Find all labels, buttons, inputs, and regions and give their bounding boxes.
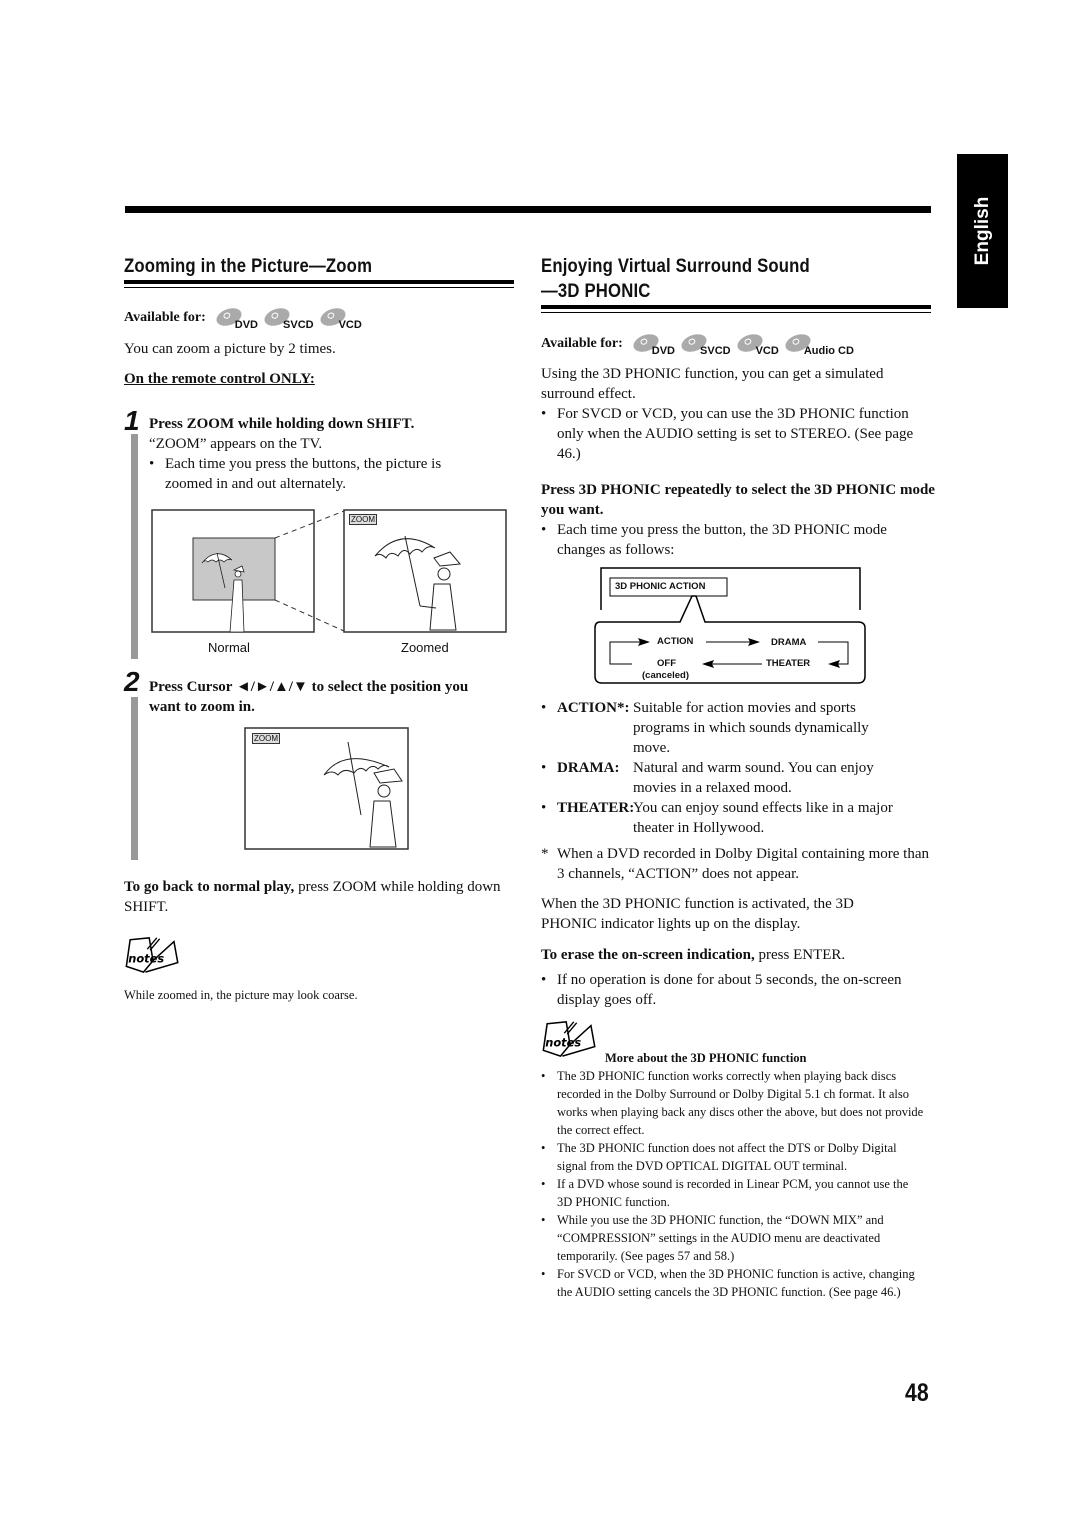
step-2-bar [131, 697, 138, 860]
mode-off-canceled: (canceled) [642, 670, 689, 681]
zoomed-position-illustration [244, 727, 409, 850]
vcd-disc-icon: VCD [317, 305, 362, 331]
step-2-number: 2 [124, 666, 140, 697]
zoom-intro: You can zoom a picture by 2 times. [124, 341, 336, 357]
step-1-number: 1 [124, 405, 140, 436]
step-1-bar [131, 434, 138, 659]
svcd-disc-icon: SVCD [679, 331, 731, 357]
zoom-osd-tag-2: ZOOM [252, 733, 280, 744]
dvd-disc-icon: DVD [630, 331, 675, 357]
step-1-text: “ZOOM” appears on the TV. [149, 436, 323, 452]
available-for-phonic: Available for: DVD SVCD VCD Audio CD [541, 331, 860, 357]
mode-drama: DRAMA [771, 637, 807, 648]
notes-list: • The 3D PHONIC function works correctly … [541, 1067, 926, 1301]
audio-cd-disc-icon: Audio CD [782, 331, 854, 357]
step-1-bullet: • Each time you press the buttons, the pi… [149, 456, 442, 492]
mode-theater-desc: • THEATER: You can enjoy sound effects lik… [541, 800, 893, 836]
notes-icon: notes [542, 1020, 596, 1057]
note-item: • If a DVD whose sound is recorded in Lin… [541, 1177, 909, 1209]
language-tab: English [957, 154, 1008, 308]
notes-heading: More about the 3D PHONIC function [605, 1051, 807, 1065]
phonic-bullet-svcd: • For SVCD or VCD, you can use the 3D PHO… [541, 406, 914, 462]
available-for: Available for: DVD SVCD VCD [124, 305, 368, 331]
mode-off: OFF [657, 658, 676, 669]
svg-text:notes: notes [128, 952, 164, 966]
dvd-disc-icon: DVD [213, 305, 258, 331]
caption-normal: Normal [208, 640, 250, 655]
note-item: • The 3D PHONIC function does not affect … [541, 1141, 897, 1173]
title-rule [124, 280, 514, 284]
osd-display: 3D PHONIC ACTION [615, 581, 706, 592]
mode-theater: THEATER [766, 658, 811, 669]
title-rule-thin [124, 287, 514, 288]
zoomed-frame [343, 509, 507, 633]
action-footnote: * When a DVD recorded in Dolby Digital co… [541, 846, 929, 882]
phonic-bullet-mode: • Each time you press the button, the 3D … [541, 522, 887, 558]
svg-text:notes: notes [545, 1036, 581, 1050]
note-item: • For SVCD or VCD, when the 3D PHONIC fun… [541, 1267, 915, 1299]
phonic-title-line1: Enjoying Virtual Surround Sound [541, 256, 810, 277]
back-to-normal: To go back to normal play, press ZOOM wh… [124, 879, 501, 915]
page-number: 48 [905, 1379, 929, 1407]
mode-action-desc: • ACTION*: Suitable for action movies and … [541, 700, 869, 756]
indicator-text: When the 3D PHONIC function is activated… [541, 896, 854, 932]
phonic-intro: Using the 3D PHONIC function, you can ge… [541, 366, 884, 402]
step-1-heading: Press ZOOM while holding down SHIFT. [149, 416, 415, 432]
note-item: • The 3D PHONIC function works correctly … [541, 1069, 924, 1137]
caption-zoomed: Zoomed [401, 640, 449, 655]
title-rule-thin [541, 312, 931, 313]
title-rule [541, 305, 931, 309]
mode-action: ACTION [657, 636, 694, 647]
phonic-instruction: Press 3D PHONIC repeatedly to select the… [541, 482, 935, 518]
step-2-heading: Press Cursor ◄/►/▲/▼ to select the posit… [149, 679, 469, 715]
vcd-disc-icon: VCD [734, 331, 779, 357]
zoom-illustration [151, 509, 507, 633]
phonic-title-line2: —3D PHONIC [541, 281, 651, 302]
top-rule [125, 206, 931, 213]
erase-indication: To erase the on-screen indication, press… [541, 947, 846, 963]
zoom-section-title: Zooming in the Picture—Zoom [124, 256, 373, 277]
osd-timeout-bullet: • If no operation is done for about 5 sec… [541, 972, 902, 1008]
remote-control-note: On the remote control ONLY: [124, 371, 315, 387]
mode-drama-desc: • DRAMA: Natural and warm sound. You can e… [541, 760, 874, 796]
zoom-note: While zoomed in, the picture may look co… [124, 988, 358, 1002]
svcd-disc-icon: SVCD [262, 305, 314, 331]
zoom-osd-tag: ZOOM [349, 514, 377, 525]
notes-icon: notes [125, 936, 179, 973]
mode-descriptions: • ACTION*: Suitable for action movies and … [541, 698, 936, 838]
note-item: • While you use the 3D PHONIC function, t… [541, 1213, 884, 1263]
